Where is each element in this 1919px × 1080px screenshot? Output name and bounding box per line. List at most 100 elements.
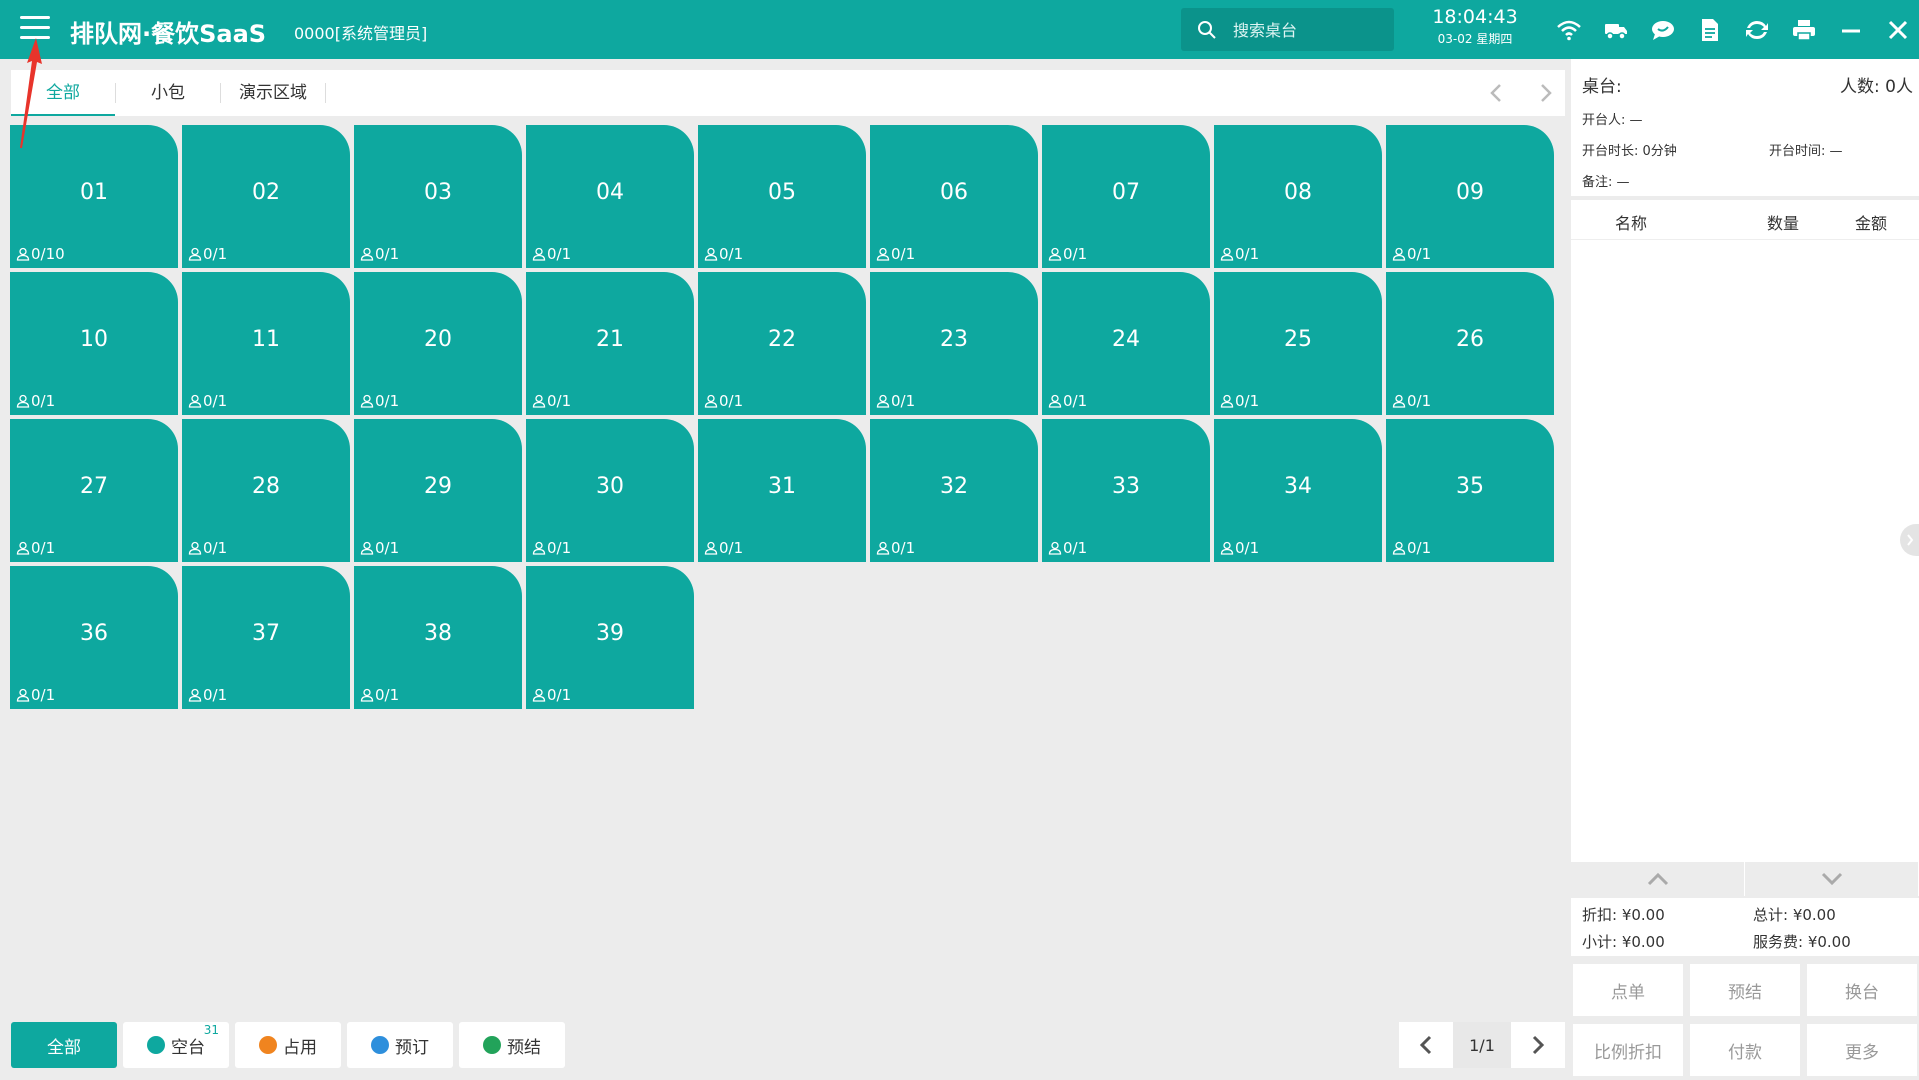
prebill-button[interactable]: 预结: [1690, 964, 1800, 1016]
table-card[interactable]: 34 0/1: [1214, 419, 1382, 562]
document-icon[interactable]: [1686, 14, 1733, 46]
search-box[interactable]: [1181, 8, 1394, 51]
column-amount: 金额: [1855, 214, 1888, 233]
delivery-icon[interactable]: [1592, 14, 1639, 46]
table-card[interactable]: 07 0/1: [1042, 125, 1210, 268]
seat-count: 0/1: [547, 539, 572, 557]
scroll-down-button[interactable]: [1745, 862, 1919, 896]
table-seats: 0/1: [360, 392, 399, 410]
table-card[interactable]: 28 0/1: [182, 419, 350, 562]
table-card[interactable]: 24 0/1: [1042, 272, 1210, 415]
table-card[interactable]: 22 0/1: [698, 272, 866, 415]
status-filter-reserved[interactable]: 预订: [347, 1022, 453, 1068]
seat-count: 0/1: [1407, 245, 1432, 263]
pay-button[interactable]: 付款: [1690, 1024, 1800, 1076]
table-card[interactable]: 32 0/1: [870, 419, 1038, 562]
status-filter-empty[interactable]: 空台 31: [123, 1022, 229, 1068]
table-card[interactable]: 23 0/1: [870, 272, 1038, 415]
person-icon: [704, 541, 718, 555]
current-user: 0000[系统管理员]: [294, 24, 428, 43]
table-card[interactable]: 36 0/1: [10, 566, 178, 709]
table-seats: 0/1: [532, 539, 571, 557]
tab-demo-area[interactable]: 演示区域: [221, 70, 325, 116]
seat-count: 0/1: [1407, 392, 1432, 410]
table-card[interactable]: 35 0/1: [1386, 419, 1554, 562]
prev-page-button[interactable]: [1399, 1022, 1453, 1068]
table-card[interactable]: 31 0/1: [698, 419, 866, 562]
seat-count: 0/1: [1063, 539, 1088, 557]
seat-count: 0/1: [203, 686, 228, 704]
menu-icon[interactable]: [20, 16, 50, 42]
table-number: 21: [596, 327, 624, 352]
seat-count: 0/1: [719, 539, 744, 557]
tabs-next-button[interactable]: [1526, 70, 1566, 116]
status-label: 全部: [47, 1037, 81, 1058]
table-number: 26: [1456, 327, 1484, 352]
table-card[interactable]: 08 0/1: [1214, 125, 1382, 268]
chat-icon[interactable]: [1639, 14, 1686, 46]
ratio-discount-button[interactable]: 比例折扣: [1573, 1024, 1683, 1076]
table-card[interactable]: 26 0/1: [1386, 272, 1554, 415]
open-time-info: 开台时间: —: [1769, 144, 1843, 159]
table-number: 02: [252, 180, 280, 205]
discount-value: 折扣: ¥0.00: [1582, 906, 1665, 924]
search-input[interactable]: [1233, 17, 1383, 43]
table-card[interactable]: 03 0/1: [354, 125, 522, 268]
tab-all[interactable]: 全部: [11, 70, 115, 116]
table-card[interactable]: 37 0/1: [182, 566, 350, 709]
table-card[interactable]: 39 0/1: [526, 566, 694, 709]
table-card[interactable]: 29 0/1: [354, 419, 522, 562]
table-seats: 0/1: [1392, 392, 1431, 410]
table-card[interactable]: 04 0/1: [526, 125, 694, 268]
table-card[interactable]: 30 0/1: [526, 419, 694, 562]
table-card[interactable]: 02 0/1: [182, 125, 350, 268]
table-number: 32: [940, 474, 968, 499]
status-label: 占用: [283, 1037, 317, 1058]
next-page-button[interactable]: [1511, 1022, 1565, 1068]
table-card[interactable]: 05 0/1: [698, 125, 866, 268]
table-seats: 0/1: [188, 539, 227, 557]
scroll-up-button[interactable]: [1571, 862, 1745, 896]
column-name: 名称: [1615, 214, 1648, 233]
table-number: 06: [940, 180, 968, 205]
sync-icon[interactable]: [1733, 14, 1780, 46]
change-table-button[interactable]: 换台: [1807, 964, 1917, 1016]
table-card[interactable]: 38 0/1: [354, 566, 522, 709]
seat-count: 0/1: [547, 392, 572, 410]
table-card[interactable]: 06 0/1: [870, 125, 1038, 268]
table-card[interactable]: 21 0/1: [526, 272, 694, 415]
table-card[interactable]: 10 0/1: [10, 272, 178, 415]
table-seats: 0/1: [16, 539, 55, 557]
clock-date: 03-02 星期四: [1437, 32, 1513, 46]
table-number: 37: [252, 621, 280, 646]
table-seats: 0/1: [1392, 245, 1431, 263]
status-filter-all[interactable]: 全部: [11, 1022, 117, 1068]
table-seats: 0/1: [532, 686, 571, 704]
seat-count: 0/1: [203, 245, 228, 263]
printer-icon[interactable]: [1780, 14, 1827, 46]
table-seats: 0/1: [704, 539, 743, 557]
person-icon: [1048, 247, 1062, 261]
table-card[interactable]: 01 0/10: [10, 125, 178, 268]
order-list-header: 名称 数量 金额: [1571, 200, 1919, 240]
wifi-icon[interactable]: [1545, 14, 1592, 46]
status-filter-prebilled[interactable]: 预结: [459, 1022, 565, 1068]
close-icon[interactable]: [1874, 14, 1919, 46]
seat-count: 0/1: [203, 539, 228, 557]
table-card[interactable]: 25 0/1: [1214, 272, 1382, 415]
person-icon: [360, 247, 374, 261]
table-number: 39: [596, 621, 624, 646]
table-card[interactable]: 20 0/1: [354, 272, 522, 415]
table-seats: 0/1: [1220, 392, 1259, 410]
table-card[interactable]: 27 0/1: [10, 419, 178, 562]
minimize-icon[interactable]: [1827, 14, 1874, 46]
more-button[interactable]: 更多: [1807, 1024, 1917, 1076]
order-button[interactable]: 点单: [1573, 964, 1683, 1016]
table-card[interactable]: 11 0/1: [182, 272, 350, 415]
table-card[interactable]: 09 0/1: [1386, 125, 1554, 268]
seat-count: 0/1: [375, 686, 400, 704]
table-card[interactable]: 33 0/1: [1042, 419, 1210, 562]
tab-small-room[interactable]: 小包: [116, 70, 220, 116]
status-filter-occupied[interactable]: 占用: [235, 1022, 341, 1068]
tabs-prev-button[interactable]: [1476, 70, 1516, 116]
